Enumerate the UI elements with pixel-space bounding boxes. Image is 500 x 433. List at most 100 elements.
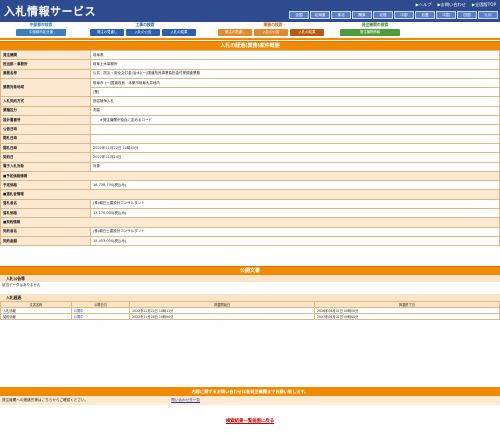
row-key: 業務対象地域 xyxy=(0,77,91,98)
region-tab[interactable]: 四国 xyxy=(457,11,477,19)
row-key: 公告日時 xyxy=(0,124,91,135)
row-key: 予定価格 xyxy=(0,180,91,191)
winner-section-label: ■落札者情報 xyxy=(0,189,500,200)
contact-list-link[interactable]: 問い合わせ先一覧 xyxy=(171,396,200,405)
contact-link[interactable]: ▶お問い合わせ xyxy=(437,2,465,8)
row-value: (株)朝日土建設計コンサルタント xyxy=(90,198,500,210)
row-key: 業務名称 xyxy=(0,68,91,79)
row-key: 契約金額 xyxy=(0,235,91,247)
table-row: 業務名称 公共 防災・安全交付金(治水)(一)国道改良事業負担金付帯調査業務 xyxy=(0,68,500,79)
detail-table: 発注機関 岐阜県 担当部・事務所 岐阜土木事務所 業務名称 公共 防災・安全交付金(治… xyxy=(0,49,500,247)
region-tab[interactable]: 中部 xyxy=(394,11,414,19)
region-tabs: 全国 北海道 東北 関東 北陸 中部 近畿 中国 四国 九州 xyxy=(289,11,498,19)
row-value: ※発注機関が独自に定めるコード xyxy=(90,115,500,126)
row-value xyxy=(90,124,500,135)
row-value: 岐阜県 xyxy=(90,49,500,61)
region-tab[interactable]: 近畿 xyxy=(415,11,435,19)
section-row: ■予定価格情報 xyxy=(0,170,500,182)
table-row: 設計書番号 ※発注機関が独自に定めるコード xyxy=(0,115,500,126)
region-tab[interactable]: 北海道 xyxy=(310,11,330,19)
table-row: 落札者名 (株)朝日土建設計コンサルタント xyxy=(0,198,500,210)
region-tab[interactable]: 北陸 xyxy=(373,11,393,19)
top-links: ▶ヘルプ ▶お問い合わせ ▶全国版TOP xyxy=(416,2,496,8)
table-row: 開札日時 xyxy=(0,133,500,144)
row-value: 公共 防災・安全交付金(治水)(一)国道改良事業負担金付帯調査業務 xyxy=(90,68,500,79)
table-row: 業務対象地域 岐阜市 (一)国道改良 本巣市岐阜大井地内 xyxy=(0,77,500,98)
nav-group-agency: 発注機関の検索 発注機関情報 xyxy=(340,22,410,36)
city-select-button[interactable]: 中部都市区分選 xyxy=(16,29,66,36)
construction-result-button[interactable]: 入札の結果 xyxy=(162,29,196,36)
row-value: 2022年11月24日 xyxy=(90,152,500,163)
nav-caption: 発注機関の検索 xyxy=(361,22,389,27)
row-value: (株)朝日土建設計コンサルタント xyxy=(90,226,500,237)
row-key: 契約日 xyxy=(0,152,91,163)
region-tab[interactable]: 全国 xyxy=(289,11,309,19)
doc-open-link[interactable]: 公開中 xyxy=(74,315,84,319)
row-key: 開札日時 xyxy=(0,142,91,154)
table-row: 契約金額 15,453,000(税込み) xyxy=(0,235,500,247)
row-key: 落札価格 xyxy=(0,208,91,219)
row-key: 設計書番号 xyxy=(0,115,91,126)
main-content: 入札の経過(業務)案件概要 発注機関 岐阜県 担当部・事務所 岐阜土木事務所 業務名… xyxy=(0,41,500,321)
docs-title: 公開文書 xyxy=(0,266,500,276)
inquiry-text: 発注機関への連絡先等はこちらからご確認ください。 xyxy=(2,398,89,402)
docs-table: 文書名称 公開日付 掲載開始日 掲載終了日 入札情報 公開中 2022年11月2… xyxy=(0,301,500,321)
row-value: 測量 xyxy=(90,105,500,117)
row-value: 15,453,000(税込み) xyxy=(90,235,500,247)
detail-title: 入札の経過(業務)案件概要 xyxy=(0,41,500,50)
row-value: 13,170,000(税込み) xyxy=(90,208,500,219)
doc-start: 2022年11月28日 10時00分 xyxy=(129,313,316,321)
notice-heading: 入札公告等 xyxy=(0,275,500,283)
nav-caption: 中部都市検索 xyxy=(29,22,53,27)
construction-outlook-button[interactable]: 発注の見通し xyxy=(90,29,124,36)
construction-notice-button[interactable]: 入札の公告 xyxy=(126,29,160,36)
search-nav: 中部都市検索 中部都市区分選 工事の検索 発注の見通し 入札の公告 入札の結果 … xyxy=(0,22,500,38)
contract-section-label: ■契約情報 xyxy=(0,217,500,228)
agency-info-button[interactable]: 発注機関情報 xyxy=(340,29,400,36)
table-row: 落札価格 13,170,000(税込み) xyxy=(0,208,500,219)
row-value: 16,738,700(税込み) xyxy=(90,180,500,191)
service-notice-button[interactable]: 入札の公告 xyxy=(254,29,288,36)
region-tab[interactable]: 九州 xyxy=(478,11,498,19)
region-tab[interactable]: 中国 xyxy=(436,11,456,19)
doc-open-link[interactable]: 公開中 xyxy=(74,309,84,313)
row-value: 2022年11月22日 10時55分 xyxy=(90,142,500,154)
row-value xyxy=(90,133,500,144)
nav-caption: 業務の検索 xyxy=(263,22,283,27)
row-key: 発注機関 xyxy=(0,49,91,61)
section-row: ■契約情報 xyxy=(0,217,500,228)
doc-end: 2027年04月01日 00時00分 xyxy=(314,313,500,321)
table-row: 契約者名 (株)朝日土建設計コンサルタント xyxy=(0,226,500,237)
nav-group-city: 中部都市検索 中部都市区分選 xyxy=(16,22,66,36)
table-row: 担当部・事務所 岐阜土木事務所 xyxy=(0,59,500,70)
row-key: 開札日時 xyxy=(0,133,91,144)
site-title: 入札情報サービス xyxy=(4,5,96,18)
service-outlook-button[interactable]: 発注の見通し xyxy=(218,29,252,36)
service-result-button[interactable]: 入札の結果 xyxy=(290,29,324,36)
row-key: 入札契約方式 xyxy=(0,96,91,107)
nav-group-services: 業務の検索 発注の見通し 入札の公告 入札の結果 xyxy=(218,22,328,36)
table-row: 電子入札対象 対象 xyxy=(0,161,500,172)
section-row: ■落札者情報 xyxy=(0,189,500,200)
national-top-link[interactable]: ▶全国版TOP xyxy=(472,2,496,8)
inquiry-section: 内容に関するお問い合わせは各発注機関までお願い致します。 発注機関への連絡先等は… xyxy=(0,387,500,405)
help-link[interactable]: ▶ヘルプ xyxy=(416,2,432,8)
row-value: (業) xyxy=(90,87,500,98)
region-tab[interactable]: 東北 xyxy=(331,11,351,19)
nav-caption: 工事の検索 xyxy=(135,22,155,27)
table-row: 公告日時 xyxy=(0,124,500,135)
nav-group-construction: 工事の検索 発注の見通し 入札の公告 入札の結果 xyxy=(90,22,200,36)
doc-name: 契約情報 xyxy=(0,313,72,321)
table-row: 発注機関 岐阜県 xyxy=(0,49,500,61)
table-row: 契約日 2022年11月24日 xyxy=(0,152,500,163)
history-heading: 入札経過 xyxy=(0,294,500,302)
row-key: 契約者名 xyxy=(0,226,91,237)
site-header: 入札情報サービス ▶ヘルプ ▶お問い合わせ ▶全国版TOP 全国 北海道 東北 … xyxy=(0,0,500,22)
price-section-label: ■予定価格情報 xyxy=(0,170,500,182)
row-value: 対象 xyxy=(90,161,500,172)
table-row: 契約情報 公開中 2022年11月28日 10時00分 2027年04月01日 … xyxy=(0,313,500,321)
row-value: 指名競争入札 xyxy=(90,96,500,107)
back-to-results-link[interactable]: 検索結果一覧画面に戻る xyxy=(0,418,500,424)
row-key: 落札者名 xyxy=(0,198,91,210)
region-tab[interactable]: 関東 xyxy=(352,11,372,19)
